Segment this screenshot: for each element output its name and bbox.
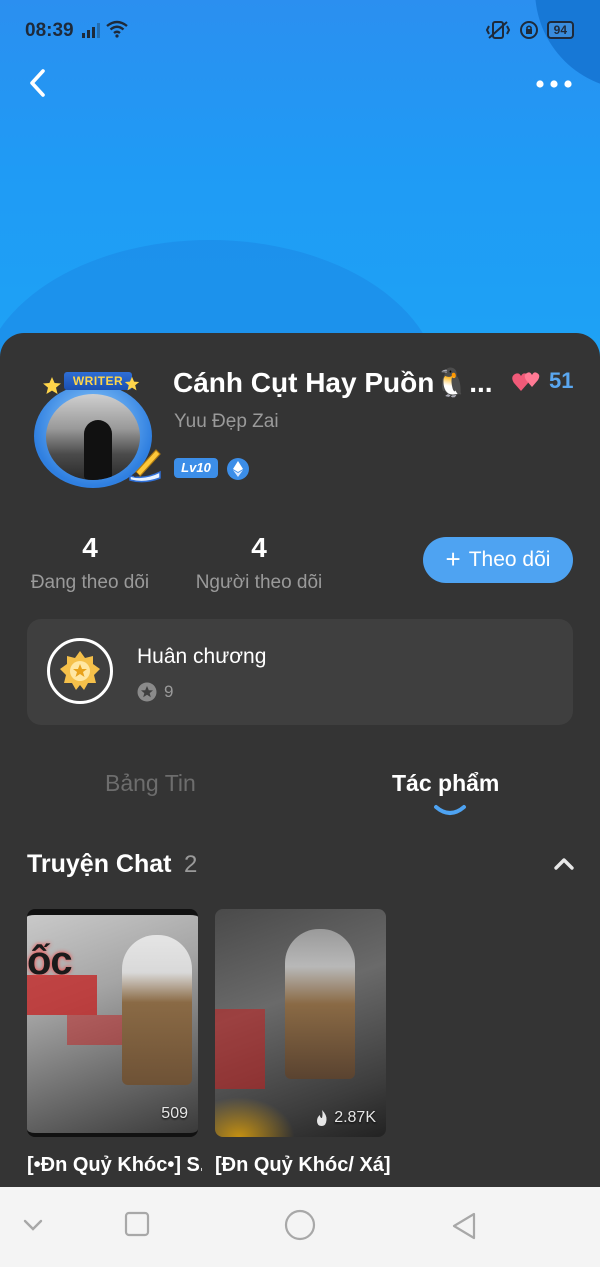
medal-card[interactable]: Huân chương 9 [27,619,573,725]
likes-count: 51 [549,368,574,393]
star-icon [43,377,61,394]
signal-icon [82,23,100,38]
status-right-icons: 94 [485,20,574,40]
views-count: 2.87K [334,1109,376,1126]
quill-pen-icon [129,449,161,483]
section-title: Truyện Chat [27,850,172,878]
plus-icon: + [445,544,461,574]
profile-username: Yuu Đẹp Zai [174,411,279,432]
system-nav-bar [0,1187,600,1267]
card-character-figure [285,929,355,1079]
battery-indicator: 94 [546,21,574,39]
rotation-lock-icon [519,21,538,39]
profile-name: Cánh Cụt Hay Puồn🐧... [173,367,493,398]
chevron-down-icon[interactable] [22,1217,44,1233]
likes-counter[interactable]: 51 [511,368,573,394]
card-art-red-1 [215,1009,265,1089]
followers-label: Người theo dõi [195,572,323,593]
writer-badge: WRITER [64,372,132,390]
tab-feed[interactable]: Bảng Tin [105,770,196,797]
tab-works[interactable]: Tác phẩm [392,770,499,797]
chevron-left-icon[interactable] [24,66,54,100]
profile-header: 08:39 94 [0,0,600,380]
followers-count: 4 [251,532,267,563]
vibrate-icon [485,21,510,39]
card-character-figure [122,935,192,1085]
story-title[interactable]: [Đn Quỷ Khóc/ Xá] Dương Ch... [215,1154,390,1186]
medal-emblem-icon [60,651,100,690]
medal-count-row: 9 [137,682,173,702]
medal-count: 9 [164,682,174,701]
story-card[interactable]: 2.87K [215,909,386,1137]
status-time: 08:39 [25,20,74,41]
recents-square-icon[interactable] [124,1211,150,1237]
card-views: 2.87K [314,1109,376,1127]
views-count: 509 [161,1105,188,1122]
story-card[interactable]: ốc 509 [27,909,198,1137]
following-label: Đang theo dõi [30,572,150,593]
status-connectivity [82,20,128,38]
avatar[interactable]: WRITER [28,370,168,496]
star-badge-icon [137,682,157,702]
follow-button-label: Theo dõi [468,548,551,571]
fire-icon [317,1110,327,1126]
medal-icon [47,638,113,704]
follow-button[interactable]: + Theo dõi [423,537,573,583]
back-triangle-icon[interactable] [450,1211,478,1241]
more-dots-icon[interactable] [534,72,574,96]
level-badge[interactable]: Lv10 [174,458,218,478]
avatar-figure [84,420,112,480]
card-views: 509 [161,1105,188,1123]
star-icon [124,376,140,391]
story-title[interactable]: [•Đn Quỷ Khóc•] S... [27,1154,202,1186]
medal-title: Huân chương [137,645,267,668]
following-count: 4 [82,532,98,563]
home-circle-icon[interactable] [284,1209,316,1241]
active-tab-indicator [434,805,466,815]
ethereum-badge-icon[interactable] [226,457,250,481]
followers-stat[interactable]: 4 Người theo dõi [190,532,328,594]
following-stat[interactable]: 4 Đang theo dõi [26,532,154,594]
hearts-icon [512,372,540,391]
card-cover-text: ốc [27,939,73,983]
wifi-icon [106,20,128,38]
status-bar: 08:39 94 [0,14,600,50]
chevron-up-icon[interactable] [552,854,576,872]
card-glow [215,1097,295,1137]
section-count: 2 [184,851,198,878]
